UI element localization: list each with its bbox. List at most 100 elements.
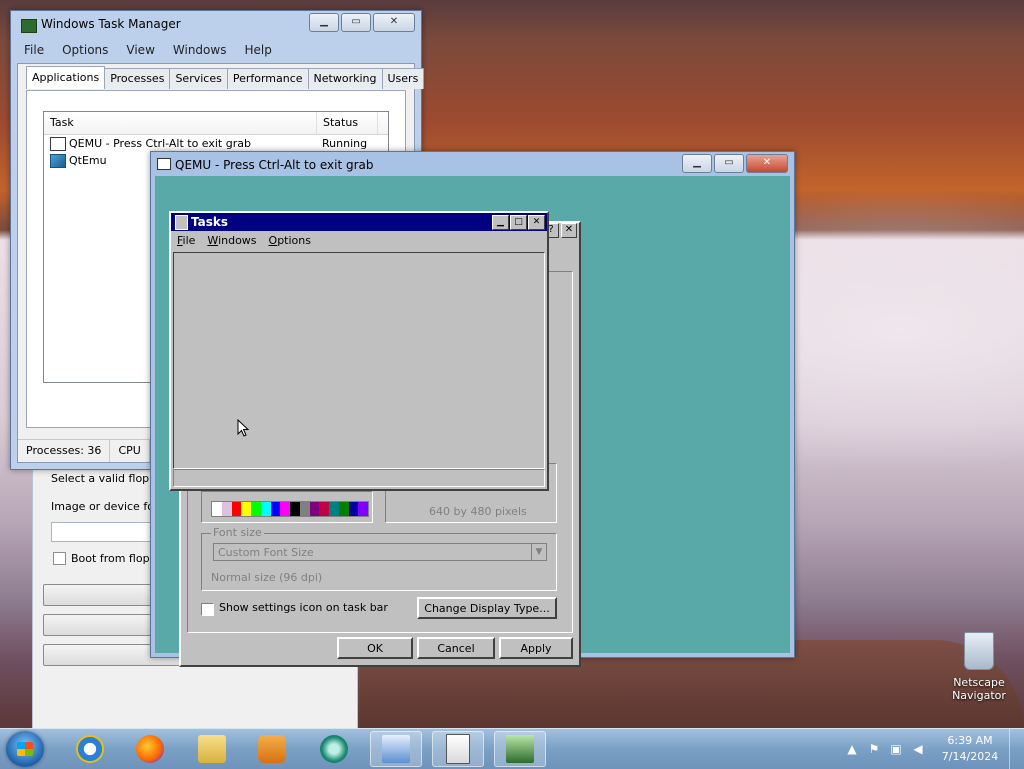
taskbar-notepad[interactable] [432, 731, 484, 767]
column-status[interactable]: Status [317, 112, 378, 134]
taskbar-qemu-window[interactable] [370, 731, 422, 767]
menu-file[interactable]: File [15, 41, 53, 59]
tab-services[interactable]: Services [169, 68, 228, 89]
show-hidden-icons-icon[interactable]: ▲ [844, 741, 860, 757]
taskbar-explorer[interactable] [186, 731, 238, 767]
guest-screen[interactable]: ? ✕ 640 by 480 pixels Font size Custom F… [155, 176, 790, 667]
network-icon[interactable]: ▣ [888, 741, 904, 757]
window-app-icon [50, 136, 66, 151]
qtemu-app-icon [50, 153, 66, 168]
close-button[interactable]: ✕ [528, 215, 545, 230]
media-player-icon [258, 735, 286, 763]
task-name: QtEmu [69, 154, 107, 167]
volume-muted-icon[interactable]: ◀ [910, 741, 926, 757]
task-manager-icon [21, 19, 37, 33]
action-center-flag-icon[interactable]: ⚑ [866, 741, 882, 757]
show-settings-icon-label: Show settings icon on task bar [219, 601, 388, 614]
tab-applications[interactable]: Applications [26, 66, 106, 89]
tasks-title: Tasks [191, 215, 229, 229]
clock[interactable]: 6:39 AM 7/14/2024 [935, 733, 1005, 765]
color-palette [211, 501, 369, 517]
palette-swatch [348, 502, 359, 516]
tasks-caption-buttons: ▁ □ ✕ [492, 215, 545, 230]
dialog-close-button[interactable]: ✕ [561, 223, 577, 238]
menu-windows[interactable]: Windows [201, 232, 262, 250]
chevron-down-icon[interactable]: ▼ [531, 544, 546, 560]
caption-buttons: ▁ ▭ ✕ [682, 154, 788, 173]
close-button[interactable]: ✕ [373, 13, 415, 32]
minimize-button[interactable]: ▁ [309, 13, 339, 32]
menu-file[interactable]: File [171, 232, 201, 250]
folder-icon [198, 735, 226, 763]
palette-swatch [309, 502, 320, 516]
status-cpu: CPU [110, 440, 150, 462]
font-size-combo[interactable]: Custom Font Size ▼ [213, 543, 547, 561]
start-button[interactable] [6, 731, 44, 767]
maximize-button[interactable]: ▭ [341, 13, 371, 32]
ok-button[interactable]: OK [337, 637, 413, 659]
tab-users[interactable]: Users [381, 68, 425, 89]
clock-time: 6:39 AM [947, 734, 993, 747]
menu-windows[interactable]: Windows [164, 41, 236, 59]
tab-processes[interactable]: Processes [104, 68, 171, 89]
palette-swatch [260, 502, 271, 516]
monitor-icon [382, 735, 410, 763]
tasks-status-bar [173, 469, 545, 487]
tab-networking[interactable]: Networking [307, 68, 383, 89]
taskbar-qtemu[interactable] [308, 731, 360, 767]
qemu-window[interactable]: QEMU - Press Ctrl-Alt to exit grab ▁ ▭ ✕… [150, 151, 795, 667]
recycle-bin-icon [964, 632, 994, 670]
window-title: Windows Task Manager [41, 17, 181, 31]
windows-logo-icon [17, 742, 33, 756]
internet-explorer-icon [76, 735, 104, 763]
palette-swatch [299, 502, 310, 516]
task-list-header: Task Status [44, 112, 388, 135]
palette-swatch [231, 502, 242, 516]
table-row[interactable]: QEMU - Press Ctrl-Alt to exit grab Runni… [44, 135, 388, 152]
tasks-list-area[interactable] [173, 252, 545, 469]
tab-performance[interactable]: Performance [226, 68, 309, 89]
caption-buttons: ▁ ▭ ✕ [309, 13, 415, 32]
menu-view[interactable]: View [117, 41, 163, 59]
tasks-menu-bar: File Windows Options [171, 232, 317, 250]
font-size-label: Font size [211, 526, 264, 539]
qemu-window-icon [157, 158, 171, 170]
window-title: QEMU - Press Ctrl-Alt to exit grab [175, 158, 374, 172]
show-settings-icon-checkbox[interactable] [201, 603, 214, 616]
menu-options[interactable]: Options [53, 41, 117, 59]
system-tray: ▲ ⚑ ▣ ◀ 6:39 AM 7/14/2024 [841, 729, 1024, 769]
tasks-title-bar[interactable]: Tasks ▁ □ ✕ [171, 213, 547, 231]
menu-options[interactable]: Options [263, 232, 317, 250]
close-button[interactable]: ✕ [746, 154, 788, 173]
desktop-icon-netscape[interactable]: Netscape Navigator [944, 632, 1014, 702]
tasks-window[interactable]: Tasks ▁ □ ✕ File Windows Options [169, 211, 549, 491]
taskbar-firefox[interactable] [124, 731, 176, 767]
firefox-icon [136, 735, 164, 763]
taskbar-task-manager[interactable] [494, 731, 546, 767]
apply-button[interactable]: Apply [499, 637, 573, 659]
maximize-button[interactable]: □ [510, 215, 527, 230]
palette-swatch [329, 502, 339, 516]
minimize-button[interactable]: ▁ [682, 154, 712, 173]
palette-swatch [241, 502, 251, 516]
menu-help[interactable]: Help [235, 41, 280, 59]
tasks-app-icon [175, 215, 188, 230]
show-desktop-button[interactable] [1009, 729, 1024, 769]
tab-strip: Applications Processes Services Performa… [26, 66, 425, 89]
font-size-value: Custom Font Size [218, 546, 314, 559]
desktop-icon-label: Netscape Navigator [952, 676, 1006, 702]
column-task[interactable]: Task [44, 112, 317, 134]
boot-floppy-checkbox[interactable] [53, 552, 66, 565]
palette-swatch [358, 502, 368, 516]
change-display-type-button[interactable]: Change Display Type... [417, 597, 557, 619]
resolution-label: 640 by 480 pixels [429, 505, 527, 518]
cancel-button[interactable]: Cancel [417, 637, 495, 659]
menu-bar: File Options View Windows Help [15, 41, 417, 59]
palette-swatch [290, 502, 300, 516]
maximize-button[interactable]: ▭ [714, 154, 744, 173]
font-size-note: Normal size (96 dpi) [211, 571, 323, 584]
clock-date: 7/14/2024 [941, 750, 999, 763]
minimize-button[interactable]: ▁ [492, 215, 509, 230]
taskbar-media-player[interactable] [246, 731, 298, 767]
taskbar-internet-explorer[interactable] [64, 731, 116, 767]
